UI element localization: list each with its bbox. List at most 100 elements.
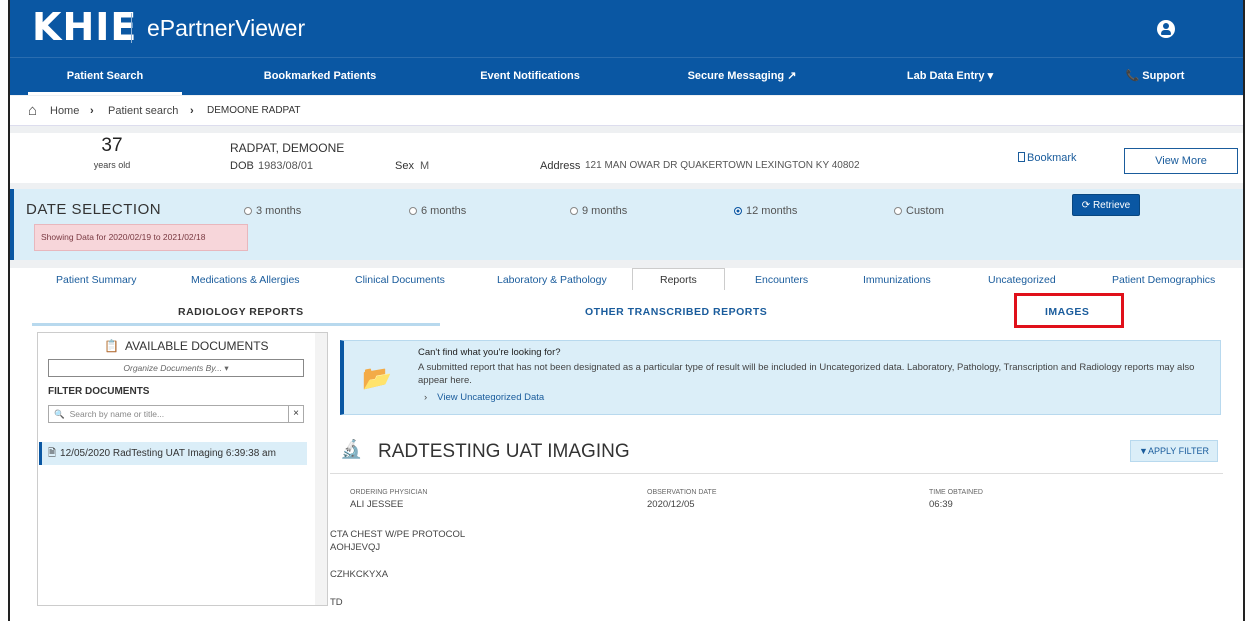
microscope-icon: 🔬 xyxy=(340,439,363,459)
refresh-icon: ⟳ xyxy=(1081,199,1093,211)
retrieve-button[interactable]: ⟳ Retrieve xyxy=(1072,194,1140,216)
sex-value: M xyxy=(420,160,430,172)
available-documents-label: AVAILABLE DOCUMENTS xyxy=(124,339,269,353)
radio-9-months[interactable]: 9 months xyxy=(570,205,627,217)
search-placeholder: Search by name or title... xyxy=(69,409,165,419)
documents-panel: 📋 AVAILABLE DOCUMENTS Organize Documents … xyxy=(37,332,328,606)
folder-open-icon: 📂 xyxy=(362,365,392,392)
radio-12-months[interactable]: 12 months xyxy=(734,205,797,217)
logo-divider xyxy=(131,13,132,43)
ordering-physician-value: ALI JESSEE xyxy=(350,499,404,510)
clear-search-icon[interactable]: × xyxy=(288,405,304,423)
banner-title: Can't find what you're looking for? xyxy=(418,347,561,358)
khie-logo[interactable]: KHIE xyxy=(32,4,137,50)
app-header: KHIE ePartnerViewer xyxy=(10,0,1243,57)
documents-scrollbar[interactable] xyxy=(315,333,327,605)
date-selection-panel: DATE SELECTION Showing Data for 2020/02/… xyxy=(10,189,1243,260)
tab-reports[interactable]: Reports xyxy=(660,274,697,286)
organize-label: Organize Documents By... xyxy=(123,363,222,373)
breadcrumb-patient-search[interactable]: Patient search xyxy=(108,96,178,126)
time-obtained-label: TIME OBTAINED xyxy=(929,489,983,496)
nav-secure-messaging[interactable]: Secure Messaging ↗ xyxy=(662,58,822,95)
subtab-images[interactable]: IMAGES xyxy=(1045,306,1089,318)
breadcrumb-home[interactable]: Home xyxy=(50,96,79,126)
radio-custom[interactable]: Custom xyxy=(894,205,944,217)
tab-immunizations[interactable]: Immunizations xyxy=(863,274,931,286)
organize-documents-dropdown[interactable]: Organize Documents By... ▾ xyxy=(48,359,304,377)
tab-encounters[interactable]: Encounters xyxy=(755,274,808,286)
report-title: RADTESTING UAT IMAGING xyxy=(378,441,630,462)
tab-clinical-documents[interactable]: Clinical Documents xyxy=(355,274,445,286)
date-selection-title: DATE SELECTION xyxy=(26,201,162,218)
chevron-right-icon: › xyxy=(90,105,94,117)
filter-icon: ▼ xyxy=(1139,446,1148,456)
date-range-alert: Showing Data for 2020/02/19 to 2021/02/1… xyxy=(34,224,248,251)
nav-lab-data-entry[interactable]: Lab Data Entry ▾ xyxy=(870,58,1030,95)
nav-bookmarked-patients[interactable]: Bookmarked Patients xyxy=(240,58,400,95)
nav-event-notifications[interactable]: Event Notifications xyxy=(450,58,610,95)
tab-patient-summary[interactable]: Patient Summary xyxy=(56,274,137,286)
report-line-4: TD xyxy=(330,597,343,608)
radio-label: 12 months xyxy=(746,205,798,217)
report-line-1: CTA CHEST W/PE PROTOCOL xyxy=(330,529,466,540)
tab-patient-demographics[interactable]: Patient Demographics xyxy=(1112,274,1215,286)
patient-name: RADPAT, DEMOONE xyxy=(230,141,345,155)
bookmark-link[interactable]: Bookmark xyxy=(1018,152,1077,164)
report-line-2: AOHJEVQJ xyxy=(330,542,381,553)
view-uncategorized-link[interactable]: › View Uncategorized Data xyxy=(424,392,544,403)
home-icon[interactable]: ⌂ xyxy=(28,96,37,126)
chevron-right-icon: › xyxy=(424,392,428,403)
browser-frame: KHIE ePartnerViewer Patient Search Bookm… xyxy=(8,0,1245,621)
radio-label: 6 months xyxy=(421,205,467,217)
retrieve-label: Retrieve xyxy=(1092,199,1131,211)
available-documents-title: 📋 AVAILABLE DOCUMENTS xyxy=(104,339,269,353)
apply-filter-label: APPLY FILTER xyxy=(1147,446,1209,456)
tab-medications-allergies[interactable]: Medications & Allergies xyxy=(191,274,300,286)
sex-label: Sex xyxy=(395,160,414,172)
observation-date-label: OBSERVATION DATE xyxy=(647,489,717,496)
subtab-active-underline xyxy=(32,323,440,326)
report-line-3: CZHKCKYXA xyxy=(330,569,389,580)
report-divider xyxy=(330,473,1223,474)
radio-label: 9 months xyxy=(582,205,628,217)
view-uncategorized-label: View Uncategorized Data xyxy=(437,392,545,403)
tab-uncategorized[interactable]: Uncategorized xyxy=(988,274,1056,286)
tab-laboratory-pathology[interactable]: Laboratory & Pathology xyxy=(497,274,607,286)
ordering-physician-label: ORDERING PHYSICIAN xyxy=(350,489,428,496)
radio-label: Custom xyxy=(906,205,944,217)
observation-date-value: 2020/12/05 xyxy=(647,499,695,510)
document-item-label: 12/05/2020 RadTesting UAT Imaging 6:39:3… xyxy=(60,448,276,459)
document-icon: 🗎 xyxy=(48,448,57,459)
clipboard-icon: 📋 xyxy=(104,339,119,353)
bookmark-icon xyxy=(1018,152,1025,162)
subtab-radiology-reports[interactable]: RADIOLOGY REPORTS xyxy=(178,306,304,318)
filter-documents-title: FILTER DOCUMENTS xyxy=(48,386,150,397)
uncategorized-info-banner: 📂 Can't find what you're looking for? A … xyxy=(340,340,1221,415)
bookmark-label: Bookmark xyxy=(1027,152,1077,164)
nav-patient-search[interactable]: Patient Search xyxy=(28,58,182,95)
patient-age: 37 xyxy=(101,135,123,156)
breadcrumb-current: DEMOONE RADPAT xyxy=(207,105,301,116)
document-list-item[interactable]: 🗎 12/05/2020 RadTesting UAT Imaging 6:39:… xyxy=(39,442,307,465)
user-account-icon[interactable] xyxy=(1157,20,1175,38)
caret-down-icon: ▾ xyxy=(224,363,229,373)
time-obtained-value: 06:39 xyxy=(929,499,953,510)
chevron-right-icon: › xyxy=(190,105,194,117)
banner-text: A submitted report that has not been des… xyxy=(418,362,1195,386)
dob-value: 1983/08/01 xyxy=(258,160,314,172)
address-value: 121 MAN OWAR DR QUAKERTOWN LEXINGTON KY … xyxy=(585,160,860,171)
patient-age-unit: years old xyxy=(93,160,131,170)
nav-support[interactable]: 📞 Support xyxy=(1095,58,1215,95)
main-nav: Patient Search Bookmarked Patients Event… xyxy=(10,57,1243,95)
patient-banner: 37 years old RADPAT, DEMOONE DOB 1983/08… xyxy=(10,133,1243,183)
search-icon: 🔍 xyxy=(54,409,65,419)
radio-6-months[interactable]: 6 months xyxy=(409,205,466,217)
view-more-button[interactable]: View More xyxy=(1124,148,1238,174)
document-search-input[interactable]: 🔍 Search by name or title... xyxy=(48,405,304,423)
radio-3-months[interactable]: 3 months xyxy=(244,205,301,217)
breadcrumb: ⌂ Home › Patient search › DEMOONE RADPAT xyxy=(10,96,1243,126)
app-title: ePartnerViewer xyxy=(147,15,306,41)
subtab-other-transcribed-reports[interactable]: OTHER TRANSCRIBED REPORTS xyxy=(585,306,767,318)
dob-label: DOB xyxy=(230,160,254,172)
apply-filter-button[interactable]: ▼APPLY FILTER xyxy=(1130,440,1218,462)
